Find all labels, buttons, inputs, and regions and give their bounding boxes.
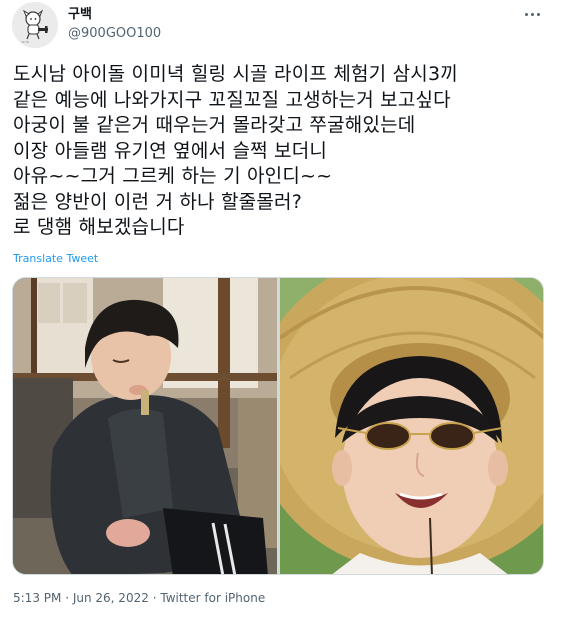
more-options-button[interactable]: [520, 4, 544, 24]
tweet-text-line: 로 댕햄 해보겠습니다: [13, 216, 185, 238]
more-horizontal-icon: [524, 12, 540, 16]
photo-straw-hat-person: [280, 278, 543, 574]
avatar[interactable]: ~~: [12, 2, 58, 48]
translate-tweet-link[interactable]: Translate Tweet: [13, 252, 98, 265]
tweet-text-line: 아궁이 불 같은거 때우는거 몰라갖고 쭈굴해있는데: [13, 114, 416, 136]
tweet-photo-1[interactable]: [13, 278, 277, 574]
tweet-source[interactable]: Twitter for iPhone: [160, 591, 265, 605]
tweet-text-line: 아유~~그거 그르케 하는 기 아인디~~: [13, 165, 333, 187]
tweet-date[interactable]: Jun 26, 2022: [73, 591, 149, 605]
avatar-icon: ~~: [12, 2, 58, 48]
tweet-text: 도시남 아이돌 이미녁 힐링 시골 라이프 체험기 삼시3끼 같은 예능에 나와…: [13, 62, 553, 241]
tweet: ~~ 구백 @900GOO100 도시남 아이돌 이미녁 힐링 시골 라이프 체…: [0, 0, 562, 617]
tweet-text-line: 같은 예능에 나와가지구 꼬질꼬질 고생하는거 보고싶다: [13, 88, 451, 111]
tweet-text-line: 젊은 양반이 이런 거 하나 할줄몰러?: [13, 190, 303, 213]
author-handle[interactable]: @900GOO100: [68, 25, 161, 43]
author-block: 구백 @900GOO100: [68, 6, 161, 43]
media-grid: [12, 277, 544, 575]
tweet-meta: 5:13 PM · Jun 26, 2022 · Twitter for iPh…: [13, 591, 265, 605]
meta-separator: ·: [65, 591, 70, 605]
tweet-text-line: 도시남 아이돌 이미녁 힐링 시골 라이프 체험기 삼시3끼: [13, 63, 458, 85]
photo-crouching-person: [13, 278, 277, 574]
meta-separator: ·: [152, 591, 157, 605]
tweet-photo-2[interactable]: [280, 278, 543, 574]
author-display-name[interactable]: 구백: [68, 6, 161, 23]
svg-text:~~: ~~: [21, 40, 29, 46]
tweet-text-line: 이장 아들램 유기연 옆에서 슬쩍 보더니: [13, 139, 328, 162]
tweet-time[interactable]: 5:13 PM: [13, 591, 61, 605]
